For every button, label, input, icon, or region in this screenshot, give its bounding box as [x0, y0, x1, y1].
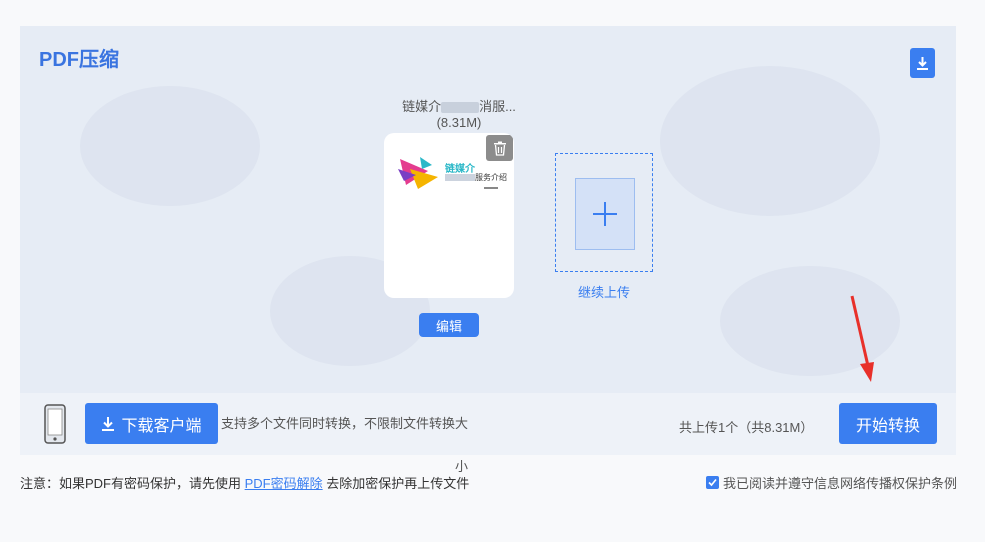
thumbnail-subtitle: 服务介绍 — [445, 172, 507, 183]
background-texture — [660, 66, 880, 216]
notice-prefix: 注意：如果PDF有密码保护，请先使用 — [20, 476, 245, 491]
support-info-text: 支持多个文件同时转换，不限制文件转换大 — [221, 416, 469, 431]
phone-icon — [44, 404, 66, 444]
file-name-suffix: 消服... — [479, 99, 516, 114]
download-client-label: 下载客户端 — [121, 417, 202, 435]
brand-logo-icon — [398, 157, 438, 189]
trash-icon — [493, 141, 506, 156]
password-notice: 注意：如果PDF有密码保护，请先使用 PDF密码解除 去除加密保护再上传文件 — [20, 473, 469, 492]
start-convert-button[interactable]: 开始转换 — [839, 403, 937, 444]
edit-button[interactable]: 编辑 — [419, 313, 479, 337]
plus-icon — [593, 202, 617, 226]
agreement[interactable]: 我已阅读并遵守信息网络传播权保护条例 — [706, 473, 957, 492]
add-file-button[interactable] — [575, 178, 635, 250]
pdf-password-remove-link[interactable]: PDF密码解除 — [245, 476, 323, 491]
upload-panel: PDF压缩 链媒介 消服... (8.31M) 链媒介 服务介绍 编辑 继续上传 — [20, 26, 956, 393]
upload-summary: 共上传1个（共8.31M） — [679, 420, 814, 435]
download-icon-button[interactable] — [910, 48, 935, 78]
file-size: (8.31M) — [436, 115, 482, 130]
agreement-label[interactable]: 我已阅读并遵守信息网络传播权保护条例 — [723, 473, 957, 492]
continue-upload-label[interactable]: 继续上传 — [555, 282, 653, 301]
download-icon — [917, 56, 928, 70]
background-texture — [80, 86, 260, 206]
page-title: PDF压缩 — [39, 49, 119, 71]
red-arrow-icon — [850, 295, 874, 382]
delete-button[interactable] — [486, 135, 513, 161]
download-client-button[interactable]: 下载客户端 — [85, 403, 218, 444]
file-name: 链媒介 消服... — [384, 96, 534, 115]
thumbnail-line — [484, 187, 498, 189]
file-name-prefix: 链媒介 — [402, 99, 442, 114]
notice-suffix: 去除加密保护再上传文件 — [322, 476, 470, 491]
redacted-text — [445, 174, 475, 182]
file-card[interactable]: 链媒介 服务介绍 — [384, 133, 514, 298]
download-icon — [102, 416, 115, 431]
bottom-toolbar: 下载客户端 支持多个文件同时转换，不限制文件转换大 小 共上传1个（共8.31M… — [20, 393, 956, 474]
check-icon — [708, 478, 717, 487]
continue-upload-dropzone[interactable] — [555, 153, 653, 272]
redacted-text — [441, 102, 480, 114]
agreement-checkbox[interactable] — [706, 476, 719, 489]
